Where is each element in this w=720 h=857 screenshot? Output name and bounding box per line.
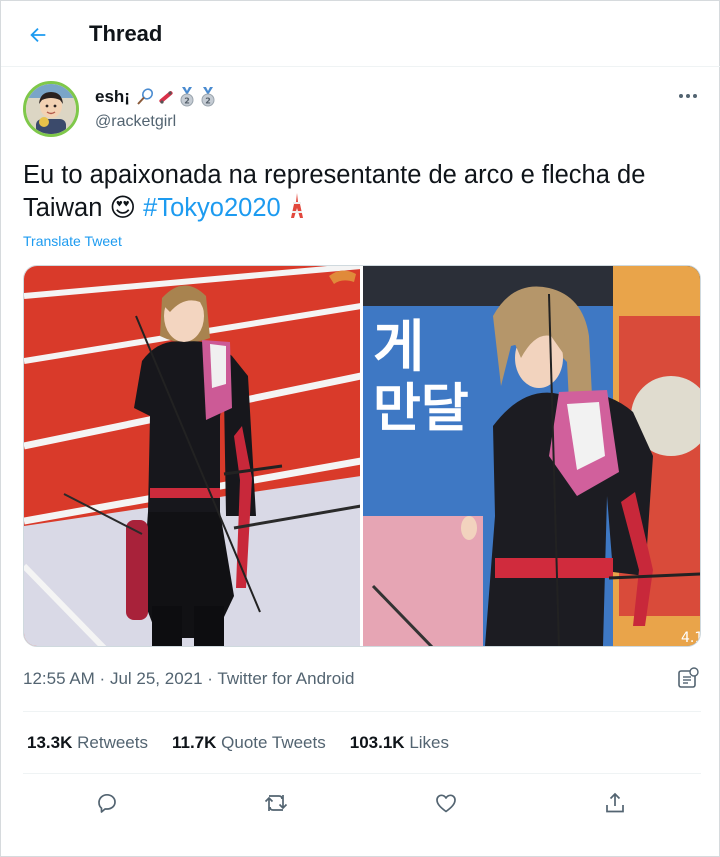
analytics-icon[interactable] xyxy=(677,667,699,689)
retweet-button[interactable] xyxy=(260,787,292,819)
tweet-text-taiwan: Taiwan xyxy=(23,194,110,222)
more-icon-dot xyxy=(686,94,690,98)
heart-eyes-emoji: 😍 xyxy=(109,194,137,222)
archer-photo-blue-banner[interactable]: 게 만달 4.1 xyxy=(363,266,700,646)
retweet-icon xyxy=(264,795,288,811)
likes-label: Likes xyxy=(409,733,449,752)
banner-text-2: 만달 xyxy=(373,379,469,439)
user-handle[interactable]: @racketgirl xyxy=(95,113,176,131)
2nd-place-medal-emoji: 2 xyxy=(180,87,194,107)
more-icon-dot xyxy=(693,94,697,98)
hashtag-link[interactable]: #Tokyo2020 xyxy=(143,194,281,222)
tweet-text-line-2: Taiwan 😍 #Tokyo2020 xyxy=(23,192,703,225)
tweet-media: 게 만달 4.1 xyxy=(23,265,701,647)
tweet-stats: 13.3K Retweets 11.7K Quote Tweets 103.1K… xyxy=(27,733,449,753)
tweet-date[interactable]: Jul 25, 2021 xyxy=(110,669,203,688)
avatar-image xyxy=(26,84,76,134)
meta-separator: · xyxy=(202,669,218,688)
retweets-label: Retweets xyxy=(77,733,148,752)
quote-tweets-label: Quote Tweets xyxy=(221,733,326,752)
2nd-place-medal-emoji: 2 xyxy=(201,87,215,107)
back-button[interactable] xyxy=(21,18,55,52)
tweet-actions xyxy=(1,787,720,819)
name-emojis: 2 2 xyxy=(136,87,217,107)
retweets-stat[interactable]: 13.3K Retweets xyxy=(27,733,148,753)
tokyo-tower-emoji xyxy=(290,193,303,218)
svg-text:2: 2 xyxy=(184,97,190,106)
more-options-button[interactable] xyxy=(673,83,703,109)
tweet-thread-window: Thread esh¡ 2 2 @racketgirl Eu to apaixo… xyxy=(0,0,720,857)
avatar[interactable] xyxy=(23,81,79,137)
share-button[interactable] xyxy=(599,787,631,819)
reply-icon xyxy=(98,793,116,813)
tweet-text: Eu to apaixonada na representante de arc… xyxy=(23,159,703,225)
like-icon xyxy=(436,794,456,813)
quote-tweets-count: 11.7K xyxy=(171,733,217,752)
quote-tweets-stat[interactable]: 11.7K Quote Tweets xyxy=(172,733,326,753)
skateboard-emoji xyxy=(159,91,173,104)
arrow-left-icon xyxy=(30,27,46,43)
page-title: Thread xyxy=(89,21,163,46)
thread-header: Thread xyxy=(1,1,720,67)
tweet-meta: 12:55 AM · Jul 25, 2021 · Twitter for An… xyxy=(23,669,354,689)
banner-text-1: 게 xyxy=(373,315,425,380)
svg-text:2: 2 xyxy=(205,97,211,106)
display-name[interactable]: esh¡ 2 2 xyxy=(95,87,217,107)
reply-button[interactable] xyxy=(91,787,123,819)
likes-stat[interactable]: 103.1K Likes xyxy=(350,733,449,753)
tweet-time[interactable]: 12:55 AM xyxy=(23,669,95,688)
more-icon-dot xyxy=(679,94,683,98)
likes-count: 103.1K xyxy=(349,733,405,752)
tweet-text-line-1: Eu to apaixonada na representante de arc… xyxy=(23,161,646,189)
divider xyxy=(23,711,701,712)
retweets-count: 13.3K xyxy=(27,733,73,752)
meta-separator: · xyxy=(94,669,110,688)
archer-photo-red-field[interactable] xyxy=(24,266,360,646)
share-icon xyxy=(606,792,624,813)
badminton-racket-emoji xyxy=(137,88,153,105)
translate-tweet-link[interactable]: Translate Tweet xyxy=(23,233,122,249)
like-button[interactable] xyxy=(430,787,462,819)
divider xyxy=(23,773,701,774)
tweet-source[interactable]: Twitter for Android xyxy=(217,669,354,688)
display-name-text: esh¡ xyxy=(95,87,130,106)
banner-extra-text: 4.1 xyxy=(681,630,700,646)
